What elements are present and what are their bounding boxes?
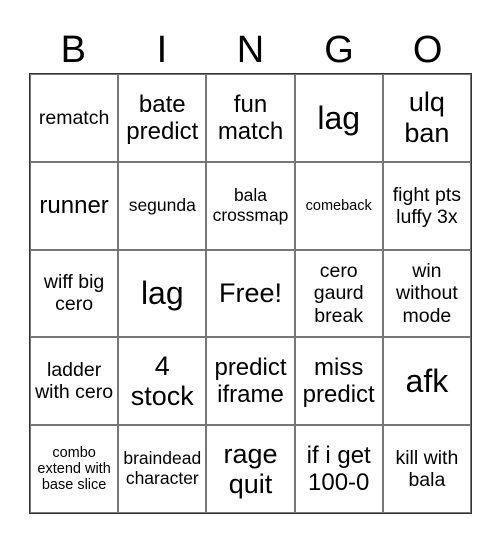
bingo-header: B I N G O bbox=[29, 26, 472, 74]
bingo-cell[interactable]: bala crossmap bbox=[206, 161, 295, 250]
bingo-cell[interactable]: miss predict bbox=[294, 337, 383, 426]
bingo-cell[interactable]: bate predict bbox=[118, 74, 207, 162]
bingo-cell[interactable]: braindead character bbox=[118, 425, 207, 513]
bingo-cell[interactable]: win without mode bbox=[382, 249, 471, 338]
bingo-cell[interactable]: runner bbox=[30, 161, 119, 250]
bingo-cell[interactable]: segunda bbox=[118, 161, 207, 250]
bingo-cell[interactable]: ulq ban bbox=[382, 74, 471, 162]
bingo-cell[interactable]: fun match bbox=[206, 74, 295, 162]
header-letter-g: G bbox=[324, 29, 354, 71]
header-letter-b: B bbox=[60, 29, 86, 71]
bingo-cell[interactable]: kill with bala bbox=[382, 425, 471, 513]
bingo-cell[interactable]: combo extend with base slice bbox=[30, 425, 119, 513]
header-letter-n: N bbox=[236, 29, 265, 71]
bingo-cell[interactable]: lag bbox=[118, 249, 207, 338]
bingo-cell[interactable]: rematch bbox=[30, 74, 119, 162]
bingo-cell[interactable]: 4 stock bbox=[118, 337, 207, 426]
header-letter-i: I bbox=[156, 29, 168, 71]
bingo-card: rematch bate predict fun match lag ulq b… bbox=[29, 73, 472, 514]
bingo-cell[interactable]: afk bbox=[382, 337, 471, 426]
bingo-cell[interactable]: lag bbox=[294, 74, 383, 162]
bingo-cell[interactable]: if i get 100-0 bbox=[294, 425, 383, 513]
bingo-cell[interactable]: comeback bbox=[294, 161, 383, 250]
free-space[interactable]: Free! bbox=[206, 249, 295, 338]
bingo-cell[interactable]: fight pts luffy 3x bbox=[382, 161, 471, 250]
bingo-cell[interactable]: cero gaurd break bbox=[294, 249, 383, 338]
header-letter-o: O bbox=[412, 29, 443, 71]
bingo-cell[interactable]: ladder with cero bbox=[30, 337, 119, 426]
bingo-cell[interactable]: wiff big cero bbox=[30, 249, 119, 338]
bingo-cell[interactable]: rage quit bbox=[206, 425, 295, 513]
bingo-cell[interactable]: predict iframe bbox=[206, 337, 295, 426]
